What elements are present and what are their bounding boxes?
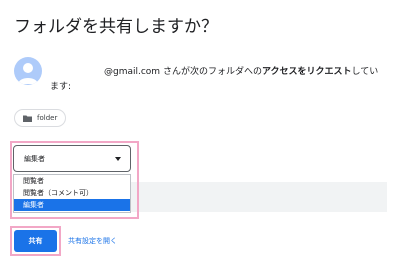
- chevron-down-icon: [115, 157, 121, 161]
- open-sharing-settings-link[interactable]: 共有設定を開く: [68, 236, 117, 246]
- share-button[interactable]: 共有: [14, 230, 57, 252]
- role-dropdown-menu: 閲覧者 閲覧者（コメント可） 編集者: [13, 174, 131, 213]
- role-select[interactable]: 編集者: [13, 145, 131, 172]
- dialog-title: フォルダを共有しますか？: [14, 17, 218, 37]
- message-field-backdrop: [131, 182, 387, 212]
- role-option-commenter[interactable]: 閲覧者（コメント可）: [14, 187, 130, 199]
- requester-email: @gmail.com: [104, 67, 161, 77]
- request-message: @gmail.com さんが次のフォルダへのアクセスをリクエストしてい: [104, 64, 378, 77]
- role-option-editor[interactable]: 編集者: [14, 199, 130, 211]
- avatar: [14, 57, 42, 85]
- message-emphasis: アクセスをリクエスト: [261, 67, 352, 77]
- folder-icon: [23, 115, 32, 122]
- folder-chip[interactable]: folder: [14, 109, 66, 127]
- message-prefix: さんが次のフォルダへの: [160, 67, 262, 77]
- role-select-value: 編集者: [24, 155, 45, 163]
- person-icon: [18, 63, 38, 84]
- message-suffix: してい: [351, 67, 379, 77]
- role-option-viewer[interactable]: 閲覧者: [14, 175, 130, 187]
- request-message-line2: ます:: [50, 82, 72, 92]
- folder-chip-label: folder: [37, 114, 58, 122]
